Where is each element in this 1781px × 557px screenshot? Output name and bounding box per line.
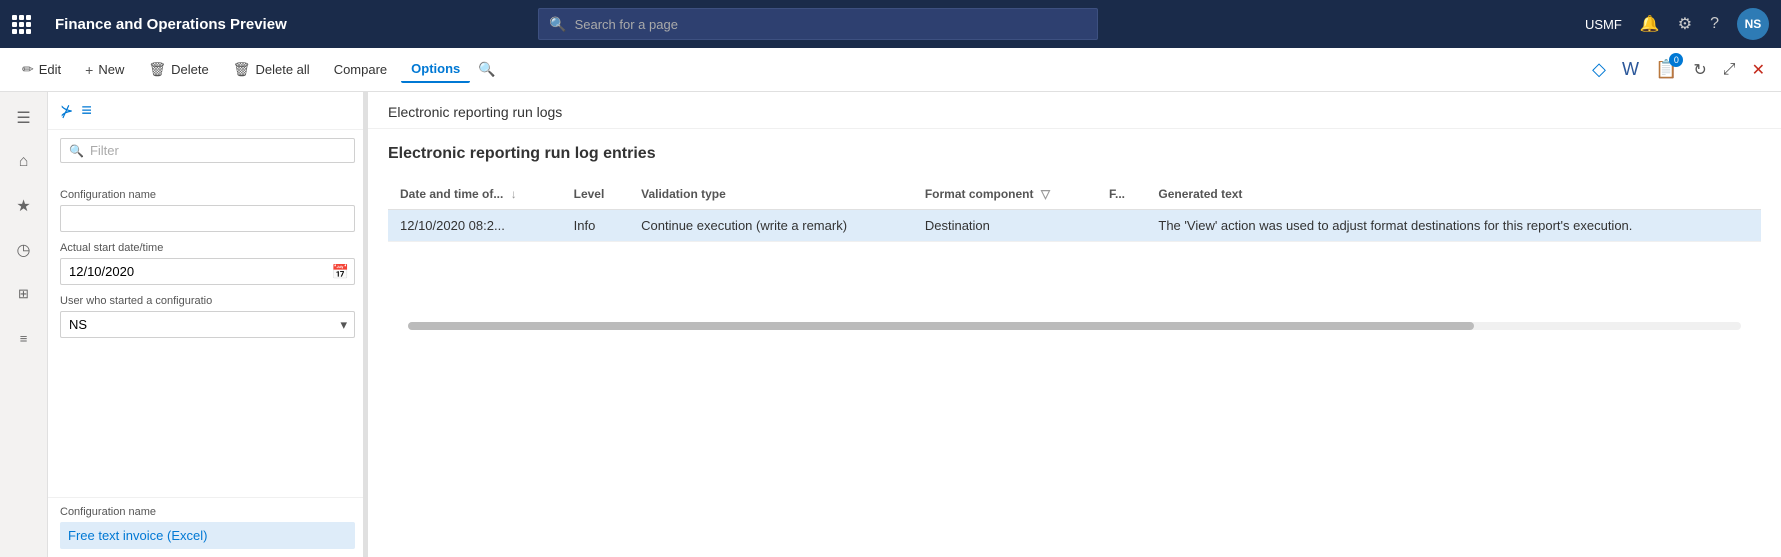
config-list-label: Configuration name — [60, 506, 355, 518]
company-label: USMF — [1585, 17, 1622, 32]
resize-handle[interactable] — [363, 92, 367, 557]
nav-rail: ☰ ⌂ ★ ◷ ⊞ ≡ — [0, 92, 48, 557]
delete-icon: 🗑 — [148, 61, 166, 78]
edit-button[interactable]: ✏ Edit — [12, 56, 71, 83]
options-button[interactable]: Options — [401, 56, 470, 83]
avatar[interactable]: NS — [1737, 8, 1769, 40]
cell-date: 12/10/2020 08:2... — [388, 210, 562, 242]
close-icon[interactable]: ✕ — [1748, 56, 1769, 84]
start-date-input[interactable] — [60, 258, 355, 285]
scrollbar-thumb[interactable] — [408, 322, 1474, 330]
col-format-component[interactable]: Format component ▽ — [913, 179, 1097, 210]
badge-count: 0 — [1669, 53, 1683, 67]
search-input[interactable] — [575, 17, 1088, 32]
filter-funnel-icon[interactable]: ⊁ — [60, 101, 73, 121]
col-filter-icon: ▽ — [1041, 187, 1050, 201]
content-body: Electronic reporting run log entries Dat… — [368, 129, 1781, 557]
user-select[interactable]: NS Admin System — [60, 311, 355, 338]
start-date-label: Actual start date/time — [60, 242, 355, 254]
badge-button[interactable]: 📋 0 — [1651, 55, 1681, 84]
notification-icon[interactable]: 🔔 — [1640, 14, 1660, 34]
nav-favorites-icon[interactable]: ★ — [6, 188, 42, 224]
diamond-icon[interactable]: ◇ — [1588, 55, 1610, 84]
data-table: Date and time of... ↓ Level Validation t… — [388, 179, 1761, 242]
col-level[interactable]: Level — [562, 179, 629, 210]
nav-workspaces-icon[interactable]: ⊞ — [6, 276, 42, 312]
help-icon[interactable]: ? — [1710, 15, 1719, 33]
config-name-label: Configuration name — [60, 189, 355, 201]
refresh-icon[interactable]: ↻ — [1689, 56, 1710, 84]
toolbar-right: ◇ W 📋 0 ↻ ⤢ ✕ — [1588, 55, 1769, 84]
config-name-input[interactable] — [60, 205, 355, 232]
filter-search-input[interactable] — [90, 143, 346, 158]
content-area: Electronic reporting run logs Electronic… — [368, 92, 1781, 557]
filter-header: ⊁ ≡ — [48, 92, 367, 130]
cell-generated-text: The 'View' action was used to adjust for… — [1146, 210, 1761, 242]
nav-home-icon[interactable]: ⌂ — [6, 144, 42, 180]
col-date[interactable]: Date and time of... ↓ — [388, 179, 562, 210]
search-bar[interactable]: 🔍 — [538, 8, 1098, 40]
cell-level: Info — [562, 210, 629, 242]
table-header-row: Date and time of... ↓ Level Validation t… — [388, 179, 1761, 210]
horizontal-scrollbar[interactable] — [408, 322, 1741, 330]
main-layout: ☰ ⌂ ★ ◷ ⊞ ≡ ⊁ ≡ 🔍 Configuration name Act… — [0, 92, 1781, 557]
cell-format-component: Destination — [913, 210, 1097, 242]
cell-validation-type: Continue execution (write a remark) — [629, 210, 913, 242]
app-title: Finance and Operations Preview — [55, 16, 287, 33]
compare-button[interactable]: Compare — [324, 57, 397, 82]
filter-search[interactable]: 🔍 — [60, 138, 355, 163]
section-title: Electronic reporting run log entries — [388, 145, 1761, 163]
new-icon: + — [85, 62, 93, 78]
nav-menu-icon[interactable]: ☰ — [6, 100, 42, 136]
filter-body: Configuration name Actual start date/tim… — [48, 171, 367, 497]
delete-all-button[interactable]: 🗑 Delete all — [223, 56, 320, 83]
sort-icon: ↓ — [511, 187, 517, 201]
col-generated-text[interactable]: Generated text — [1146, 179, 1761, 210]
col-validation-type[interactable]: Validation type — [629, 179, 913, 210]
delete-button[interactable]: 🗑 Delete — [138, 56, 218, 83]
breadcrumb: Electronic reporting run logs — [368, 92, 1781, 129]
filter-list-icon[interactable]: ≡ — [81, 100, 92, 121]
app-grid-icon[interactable] — [12, 15, 31, 34]
expand-icon[interactable]: ⤢ — [1719, 57, 1740, 83]
user-label: User who started a configuratio — [60, 295, 355, 307]
right-icons: USMF 🔔 ⚙ ? NS — [1585, 8, 1769, 40]
config-list-section: Configuration name Free text invoice (Ex… — [48, 497, 367, 557]
config-list-item[interactable]: Free text invoice (Excel) — [60, 522, 355, 549]
toolbar: ✏ Edit + New 🗑 Delete 🗑 Delete all Compa… — [0, 48, 1781, 92]
filter-search-icon: 🔍 — [69, 144, 84, 158]
table-row[interactable]: 12/10/2020 08:2... Info Continue executi… — [388, 210, 1761, 242]
delete-all-icon: 🗑 — [233, 61, 251, 78]
nav-modules-icon[interactable]: ≡ — [6, 320, 42, 356]
search-toolbar-icon[interactable]: 🔍 — [474, 57, 499, 82]
new-button[interactable]: + New — [75, 57, 134, 83]
word-icon[interactable]: W — [1618, 55, 1643, 84]
search-icon: 🔍 — [549, 16, 566, 33]
settings-icon[interactable]: ⚙ — [1678, 14, 1692, 34]
col-f[interactable]: F... — [1097, 179, 1146, 210]
filter-panel: ⊁ ≡ 🔍 Configuration name Actual start da… — [48, 92, 368, 557]
nav-recent-icon[interactable]: ◷ — [6, 232, 42, 268]
user-select-wrapper: NS Admin System ▾ — [60, 311, 355, 338]
date-input-wrapper: 📅 — [60, 258, 355, 285]
calendar-icon[interactable]: 📅 — [332, 263, 349, 280]
cell-f — [1097, 210, 1146, 242]
edit-icon: ✏ — [22, 61, 34, 78]
top-nav: Finance and Operations Preview 🔍 USMF 🔔 … — [0, 0, 1781, 48]
